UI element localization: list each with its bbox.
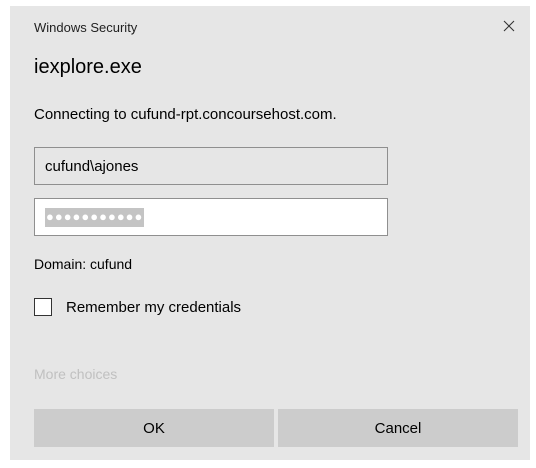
close-button[interactable] <box>494 12 524 40</box>
close-icon <box>503 20 515 32</box>
username-input[interactable] <box>34 147 388 185</box>
ok-button[interactable]: OK <box>34 409 274 447</box>
credential-dialog: Windows Security iexplore.exe Connecting… <box>10 6 530 460</box>
remember-credentials-checkbox[interactable] <box>34 298 52 316</box>
remember-credentials-row[interactable]: Remember my credentials <box>34 296 241 318</box>
connection-message: Connecting to cufund-rpt.concoursehost.c… <box>34 106 337 123</box>
more-choices-link[interactable]: More choices <box>34 366 117 382</box>
password-masked-text: ●●●●●●●●●●● <box>45 207 145 227</box>
domain-label: Domain: cufund <box>34 256 133 272</box>
remember-credentials-label: Remember my credentials <box>66 298 242 316</box>
cancel-button[interactable]: Cancel <box>278 409 518 447</box>
password-input[interactable]: ●●●●●●●●●●● <box>34 198 388 236</box>
window-title: Windows Security <box>34 20 138 35</box>
app-name: iexplore.exe <box>34 56 142 78</box>
